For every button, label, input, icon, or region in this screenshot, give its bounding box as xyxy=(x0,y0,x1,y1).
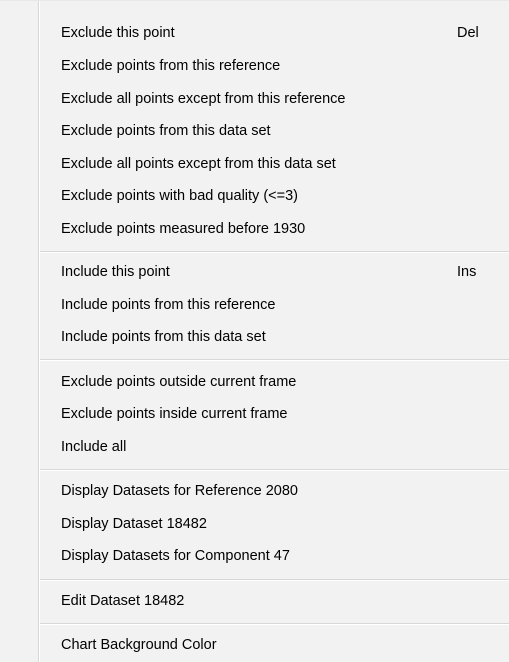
menu-item-display-datasets-component[interactable]: Display Datasets for Component 47 xyxy=(40,540,509,572)
menu-icon-gutter xyxy=(0,1,38,662)
menu-item-label: Display Datasets for Component 47 xyxy=(61,548,290,564)
menu-item-display-dataset[interactable]: Display Dataset 18482 xyxy=(40,508,509,540)
menu-item-label: Exclude points from this reference xyxy=(61,58,281,74)
menu-item-exclude-bad-quality[interactable]: Exclude points with bad quality (<=3) xyxy=(40,180,509,212)
menu-item-label: Display Dataset 18482 xyxy=(61,516,207,532)
menu-item-exclude-before-1930[interactable]: Exclude points measured before 1930 xyxy=(40,213,509,245)
menu-item-label: Exclude all points except from this refe… xyxy=(61,91,346,107)
menu-item-label: Exclude points measured before 1930 xyxy=(61,221,306,237)
menu-item-label: Exclude points outside current frame xyxy=(61,374,297,390)
menu-item-label: Edit Dataset 18482 xyxy=(61,593,185,609)
menu-item-exclude-this-point[interactable]: Exclude this point Del xyxy=(40,17,509,49)
menu-item-exclude-outside-frame[interactable]: Exclude points outside current frame xyxy=(40,366,509,398)
menu-item-label: Chart Background Color xyxy=(61,637,217,653)
menu-item-label: Include points from this reference xyxy=(61,297,276,313)
menu-item-include-points-from-data-set[interactable]: Include points from this data set xyxy=(40,321,509,353)
menu-item-include-points-from-reference[interactable]: Include points from this reference xyxy=(40,289,509,321)
menu-item-include-all[interactable]: Include all xyxy=(40,431,509,463)
menu-item-display-datasets-reference[interactable]: Display Datasets for Reference 2080 xyxy=(40,475,509,507)
menu-item-label: Display Datasets for Reference 2080 xyxy=(61,483,298,499)
menu-item-exclude-all-except-data-set[interactable]: Exclude all points except from this data… xyxy=(40,148,509,180)
menu-item-exclude-points-from-data-set[interactable]: Exclude points from this data set xyxy=(40,115,509,147)
menu-item-edit-dataset[interactable]: Edit Dataset 18482 xyxy=(40,585,509,617)
menu-separator xyxy=(40,623,509,625)
menu-item-label: Exclude all points except from this data… xyxy=(61,156,336,172)
menu-item-exclude-points-from-reference[interactable]: Exclude points from this reference xyxy=(40,50,509,82)
menu-item-include-this-point[interactable]: Include this point Ins xyxy=(40,256,509,288)
menu-item-label: Exclude this point xyxy=(61,25,175,41)
menu-item-label: Include this point xyxy=(61,264,170,280)
menu-separator xyxy=(40,359,509,361)
context-menu: Exclude this point Del Exclude points fr… xyxy=(0,0,509,662)
menu-item-chart-background-color[interactable]: Chart Background Color xyxy=(40,629,509,661)
menu-item-shortcut: Del xyxy=(457,25,479,41)
menu-item-label: Include all xyxy=(61,439,127,455)
menu-separator xyxy=(40,251,509,253)
menu-separator xyxy=(40,469,509,471)
menu-item-shortcut: Ins xyxy=(457,264,477,280)
menu-separator xyxy=(40,579,509,581)
menu-item-label: Include points from this data set xyxy=(61,329,266,345)
menu-item-label: Exclude points inside current frame xyxy=(61,406,288,422)
menu-item-label: Exclude points with bad quality (<=3) xyxy=(61,188,298,204)
menu-item-exclude-all-except-reference[interactable]: Exclude all points except from this refe… xyxy=(40,83,509,115)
menu-item-label: Exclude points from this data set xyxy=(61,123,271,139)
menu-item-exclude-inside-frame[interactable]: Exclude points inside current frame xyxy=(40,398,509,430)
